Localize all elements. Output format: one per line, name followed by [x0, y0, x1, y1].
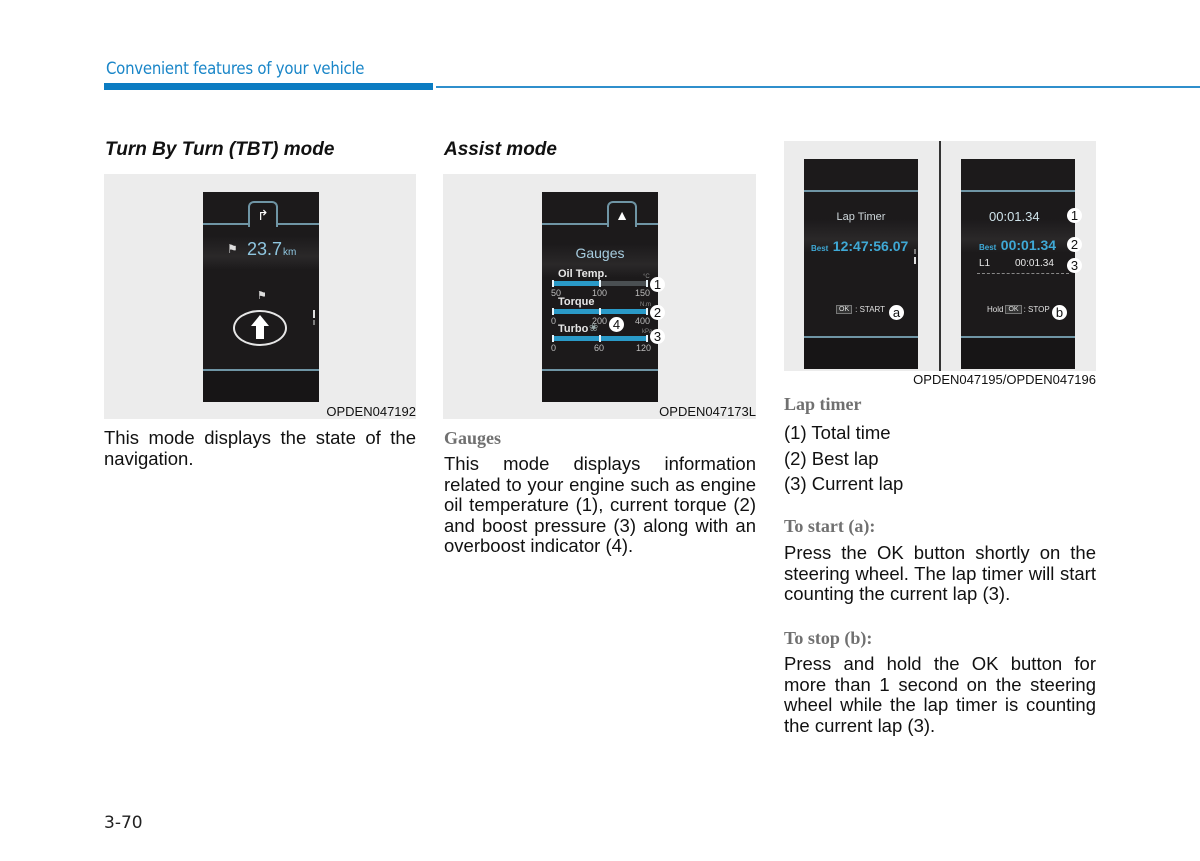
gauge-tick — [552, 308, 554, 315]
ok-button-glyph: OK — [1005, 305, 1022, 314]
best-label: Best — [979, 243, 997, 252]
to-start-description: Press the OK button shortly on the steer… — [784, 542, 1096, 604]
turn-right-arrow-icon: ↱ — [248, 201, 278, 227]
lap-timer-items: (1) Total time (2) Best lap (3) Current … — [784, 420, 1096, 497]
distance-value: 23.7 — [247, 239, 283, 259]
gauges-subheading: Gauges — [444, 428, 502, 448]
list-item: (1) Total time — [784, 422, 891, 443]
turbo-gauge — [552, 335, 648, 342]
gauges-description: This mode displays information related t… — [444, 453, 756, 556]
lap-label: L1 — [979, 258, 991, 269]
assist-figure: ▲ Gauges Oil Temp. °C 50 100 150 Torque … — [443, 174, 756, 419]
callout-1: 1 — [1067, 208, 1082, 223]
best-time-display: Best 12:47:56.07 — [811, 238, 908, 256]
assist-mode-title: Assist mode — [444, 139, 557, 160]
turbo-scale-max: 120 — [636, 343, 652, 353]
hold-ok-stop-hint: Hold OK : STOP — [987, 305, 1050, 314]
tbt-description: This mode displays the state of the navi… — [104, 427, 416, 469]
turbo-scale-mid: 60 — [594, 343, 605, 353]
lap-separator — [977, 273, 1069, 274]
gauge-tick — [552, 335, 554, 342]
distance-display: 23.7km — [247, 239, 296, 260]
tbt-figure-caption: OPDEN047192 — [326, 404, 416, 419]
gauge-tick — [646, 335, 648, 342]
torque-gauge — [552, 308, 648, 315]
callout-1: 1 — [650, 277, 665, 292]
callout-3: 3 — [650, 329, 665, 344]
lap-timer-stop-screen: 00:01.34 Best 00:01.34 L1 00:01.34 Hold … — [961, 159, 1075, 369]
torque-scale-max: 400 — [635, 316, 651, 326]
header-accent-bar — [104, 83, 433, 90]
to-stop-heading: To stop (b): — [784, 628, 873, 648]
straight-ahead-arrow-icon — [233, 310, 287, 346]
distance-unit: km — [283, 247, 297, 258]
start-action-label: : START — [855, 305, 886, 314]
header-rule — [436, 86, 1200, 88]
assist-figure-caption: OPDEN047173L — [659, 404, 756, 419]
gauge-tick — [599, 308, 601, 315]
gauges-cluster-screen: ▲ Gauges Oil Temp. °C 50 100 150 Torque … — [542, 192, 658, 402]
list-item: (2) Best lap — [784, 447, 879, 469]
best-value: 12:47:56.07 — [832, 238, 909, 254]
callout-b: b — [1052, 305, 1067, 320]
figure-divider — [939, 141, 941, 371]
ok-start-hint: OK : START — [836, 305, 885, 314]
current-lap-value: 00:01.34 — [1015, 258, 1054, 269]
callout-a: a — [889, 305, 904, 320]
overboost-icon: ❀ — [589, 322, 599, 334]
hold-label: Hold — [987, 305, 1004, 314]
lap-timer-heading: Lap timer — [784, 394, 862, 414]
total-time: 00:01.34 — [989, 209, 1040, 224]
gauges-title: Gauges — [575, 245, 625, 261]
best-lap-display: Best 00:01.34 — [979, 237, 1056, 255]
lap-timer-start-screen: Lap Timer Best 12:47:56.07 OK : START — [804, 159, 918, 369]
tbt-mode-title: Turn By Turn (TBT) mode — [105, 139, 335, 160]
list-item: (3) Current lap — [784, 473, 904, 494]
best-label: Best — [811, 244, 829, 253]
oil-temp-gauge-fill — [552, 281, 600, 286]
stop-action-label: : STOP — [1023, 305, 1050, 314]
torque-scale-min: 0 — [551, 316, 557, 326]
gauge-tick — [552, 280, 554, 287]
turbo-label: Turbo — [558, 323, 589, 335]
to-start-heading: To start (a): — [784, 516, 876, 536]
best-lap-value: 00:01.34 — [1000, 237, 1057, 253]
page-number: 3-70 — [104, 813, 143, 833]
scroll-indicator-track — [914, 249, 916, 254]
callout-2: 2 — [1067, 237, 1082, 252]
destination-flag-icon: ⚑ — [257, 290, 267, 302]
oil-temp-label: Oil Temp. — [558, 268, 608, 280]
scroll-indicator-track — [313, 320, 315, 325]
checkered-flag-icon: ⚑ — [227, 242, 238, 256]
scroll-indicator — [914, 257, 916, 264]
lap-timer-figure: Lap Timer Best 12:47:56.07 OK : START a … — [784, 141, 1096, 371]
scroll-indicator — [313, 310, 315, 318]
tbt-figure: ↱ ⚑ 23.7km ⚑ — [104, 174, 416, 419]
to-stop-description: Press and hold the OK button for more th… — [784, 653, 1096, 736]
section-header-title: Convenient features of your vehicle — [106, 59, 365, 79]
lap-timer-figure-caption: OPDEN047195/OPDEN047196 — [913, 372, 1096, 387]
lap-timer-title: Lap Timer — [836, 211, 886, 223]
turbo-scale-min: 0 — [551, 343, 557, 353]
torque-label: Torque — [558, 296, 595, 308]
gauge-tick — [599, 280, 601, 287]
gauge-tick — [646, 308, 648, 315]
callout-3: 3 — [1067, 258, 1082, 273]
tbt-cluster-screen: ↱ ⚑ 23.7km ⚑ — [203, 192, 319, 402]
gauge-tick — [599, 335, 601, 342]
oil-temp-gauge — [552, 280, 648, 287]
road-lanes-icon: ▲ — [607, 201, 637, 227]
gauge-tick — [646, 280, 648, 287]
callout-2: 2 — [650, 305, 665, 320]
ok-button-glyph: OK — [836, 305, 853, 314]
callout-4: 4 — [609, 317, 624, 332]
oil-temp-scale-max: 150 — [635, 288, 651, 298]
